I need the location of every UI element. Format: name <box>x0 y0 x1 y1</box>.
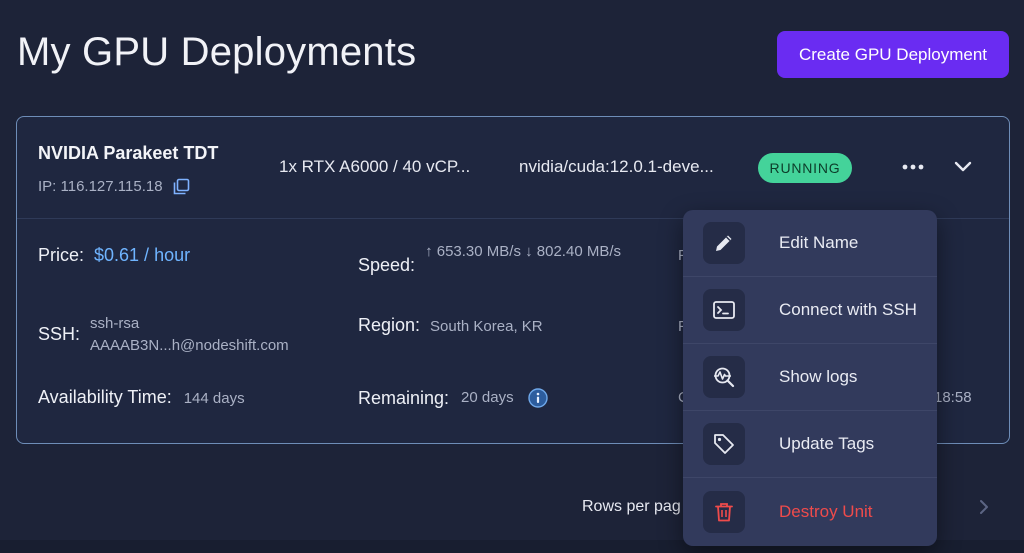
menu-item-connect-ssh[interactable]: Connect with SSH <box>683 277 937 344</box>
menu-label-connect-ssh: Connect with SSH <box>779 300 917 319</box>
page-title: My GPU Deployments <box>17 30 417 74</box>
price-label: Price: <box>38 245 85 265</box>
availability-label: Availability Time: <box>38 387 172 407</box>
ssh-value-line1: ssh-rsa <box>90 315 140 332</box>
menu-item-update-tags[interactable]: Update Tags <box>683 411 937 478</box>
deployment-name: NVIDIA Parakeet TDT <box>38 143 219 163</box>
menu-item-show-logs[interactable]: Show logs <box>683 344 937 411</box>
speed-value: ↑ 653.30 MB/s ↓ 802.40 MB/s <box>425 243 621 260</box>
ssh-value-line2: AAAAB3N...h@nodeshift.com <box>90 337 289 354</box>
tag-icon <box>703 423 745 465</box>
deployment-ip: IP: 116.127.115.18 <box>38 178 190 195</box>
ssh-field: SSH: ssh-rsa AAAAB3N...h@nodeshift.com <box>38 313 289 357</box>
menu-item-destroy-unit[interactable]: Destroy Unit <box>683 478 937 545</box>
availability-value: 144 days <box>183 390 245 407</box>
menu-label-edit-name: Edit Name <box>779 233 859 252</box>
expand-button[interactable] <box>953 155 973 177</box>
menu-item-edit-name[interactable]: Edit Name <box>683 210 937 277</box>
next-page-button[interactable] <box>977 498 991 516</box>
availability-field: Availability Time: 144 days <box>38 387 245 410</box>
occluded-time-value: 18:58 <box>934 389 972 406</box>
remaining-field: Remaining: 20 days <box>358 387 548 409</box>
pencil-icon <box>703 222 745 264</box>
remaining-label: Remaining: <box>358 387 450 408</box>
logs-search-icon <box>703 356 745 398</box>
ssh-value: ssh-rsa AAAAB3N...h@nodeshift.com <box>90 313 289 357</box>
more-options-button[interactable] <box>901 157 925 177</box>
actions-menu: Edit Name Connect with SSH Show logs Upd… <box>683 210 937 546</box>
speed-label: Speed: <box>358 255 416 275</box>
chevron-right-icon <box>980 500 988 514</box>
rows-per-page-label: Rows per pag <box>582 498 681 515</box>
speed-field: Speed: ↑ 653.30 MB/s ↓ 802.40 MB/s <box>358 241 625 276</box>
deployment-card-header[interactable]: NVIDIA Parakeet TDT IP: 116.127.115.18 1… <box>17 117 1009 219</box>
status-badge: RUNNING <box>758 153 852 183</box>
terminal-icon <box>703 289 745 331</box>
trash-icon <box>703 490 745 533</box>
menu-label-show-logs: Show logs <box>779 367 858 386</box>
chevron-down-icon <box>954 161 972 172</box>
price-field: Price: $0.61 / hour <box>38 245 190 266</box>
menu-label-update-tags: Update Tags <box>779 434 875 453</box>
create-gpu-deployment-button[interactable]: Create GPU Deployment <box>777 31 1009 78</box>
info-icon[interactable] <box>527 388 548 408</box>
deployment-spec: 1x RTX A6000 / 40 vCP... <box>279 157 471 176</box>
remaining-value: 20 days <box>461 389 514 406</box>
ssh-label: SSH: <box>38 324 81 344</box>
deployment-image: nvidia/cuda:12.0.1-deve... <box>519 157 714 176</box>
region-label: Region: <box>358 315 421 335</box>
copy-icon[interactable] <box>173 178 190 195</box>
more-horizontal-icon <box>902 164 924 170</box>
price-value: $0.61 / hour <box>94 245 191 265</box>
region-value: South Korea, KR <box>430 318 543 335</box>
region-field: Region: South Korea, KR <box>358 315 543 338</box>
ip-text: IP: 116.127.115.18 <box>38 178 163 195</box>
menu-label-destroy-unit: Destroy Unit <box>779 501 873 521</box>
